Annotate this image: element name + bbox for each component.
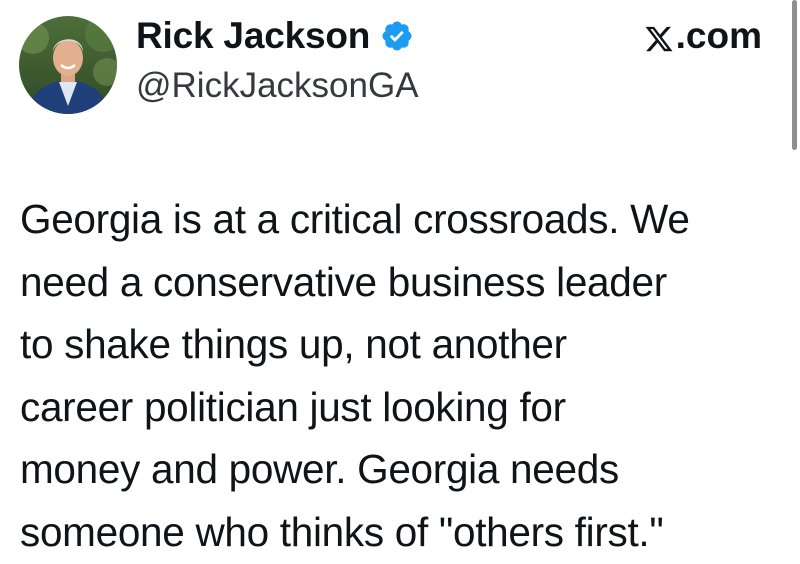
tweet-line: need a conservative business leader: [20, 258, 667, 305]
tweet-card: Rick Jackson @RickJacksonGA .com Georgia…: [0, 0, 800, 564]
tweet-text: Georgia is at a critical crossroads. We …: [20, 188, 780, 563]
author-handle[interactable]: @RickJacksonGA: [136, 66, 419, 106]
profile-photo-icon: [19, 16, 117, 114]
source-label[interactable]: .com: [644, 14, 762, 58]
tweet-line: career politician just looking for: [20, 383, 566, 430]
x-logo-icon: [644, 21, 674, 52]
tweet-line: money and power. Georgia needs: [20, 446, 619, 492]
verified-badge-icon: [380, 19, 414, 53]
author-name[interactable]: Rick Jackson: [136, 15, 370, 57]
scrollbar-thumb[interactable]: [792, 0, 797, 150]
source-domain-text: .com: [675, 15, 762, 56]
author-name-row: Rick Jackson: [136, 14, 414, 58]
tweet-line: someone who thinks of "others first.": [20, 508, 664, 555]
tweet-line: to shake things up, not another: [20, 321, 567, 367]
author-avatar[interactable]: [19, 16, 117, 114]
tweet-line: Georgia is at a critical crossroads. We: [20, 196, 690, 242]
